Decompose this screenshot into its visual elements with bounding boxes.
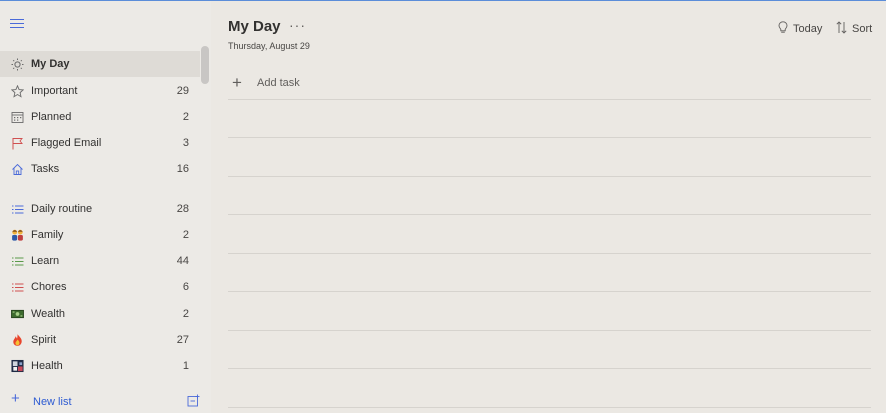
task-row-divider	[228, 330, 871, 331]
money-emoji-icon	[11, 308, 24, 321]
sidebar-item-label: Daily routine	[31, 203, 93, 215]
sidebar-item-label: Spirit	[31, 334, 57, 346]
sidebar-item-wealth[interactable]: Wealth 2	[0, 301, 200, 327]
sidebar-item-tasks[interactable]: Tasks 16	[0, 156, 200, 182]
star-icon	[11, 84, 24, 98]
sidebar-item-label: Chores	[31, 281, 67, 293]
menu-toggle-icon[interactable]	[10, 19, 24, 33]
sidebar-item-label: Tasks	[31, 163, 60, 175]
sidebar-item-count: 2	[182, 229, 189, 241]
add-task-input[interactable]: + Add task	[228, 69, 871, 99]
list-icon	[11, 281, 24, 294]
sun-icon	[11, 58, 24, 71]
sidebar-item-label: Learn	[31, 255, 60, 267]
main-pane: My Day ··· Thursday, August 29 Today Sor…	[211, 1, 886, 413]
sidebar-item-count: 6	[182, 281, 189, 293]
today-label: Today	[793, 23, 823, 35]
list-icon	[11, 255, 24, 268]
page-title: My Day	[228, 18, 281, 35]
sidebar-item-daily-routine[interactable]: Daily routine 28	[0, 196, 200, 222]
home-icon	[11, 163, 24, 176]
sidebar-item-chores[interactable]: Chores 6	[0, 274, 200, 300]
flag-icon	[11, 137, 24, 150]
health-emoji-icon	[11, 359, 24, 373]
sidebar-item-label: Family	[31, 229, 64, 241]
task-row-divider	[228, 407, 871, 408]
sidebar-item-my-day[interactable]: My Day	[0, 51, 200, 77]
sidebar-item-label: Health	[31, 360, 63, 372]
sidebar-item-important[interactable]: Important 29	[0, 78, 200, 104]
page-date: Thursday, August 29	[228, 41, 310, 51]
sort-icon	[836, 21, 847, 37]
sidebar-item-learn[interactable]: Learn 44	[0, 248, 200, 274]
new-list-label: New list	[33, 396, 72, 408]
today-suggestions-button[interactable]: Today	[778, 21, 822, 37]
sidebar-item-label: Flagged Email	[31, 137, 102, 149]
calendar-icon	[11, 111, 24, 124]
add-task-placeholder: Add task	[257, 77, 300, 89]
sidebar-item-label: Wealth	[31, 308, 66, 320]
sidebar-item-count: 27	[176, 334, 189, 346]
task-row-divider	[228, 214, 871, 215]
sidebar-item-count: 16	[176, 163, 189, 175]
task-row-divider	[228, 253, 871, 254]
list-icon	[11, 203, 24, 216]
plus-icon: +	[11, 390, 20, 407]
sidebar-item-count: 44	[176, 255, 189, 267]
fire-emoji-icon	[11, 334, 24, 347]
sidebar-item-label: Planned	[31, 111, 72, 123]
sort-button[interactable]: Sort	[836, 21, 872, 37]
sidebar-item-flagged-email[interactable]: Flagged Email 3	[0, 130, 200, 156]
more-options-button[interactable]: ···	[289, 17, 306, 33]
family-emoji-icon	[11, 229, 24, 242]
task-row-divider	[228, 291, 871, 292]
sidebar-item-count: 29	[176, 85, 189, 97]
sidebar-scrollbar[interactable]	[201, 46, 209, 84]
sidebar-item-spirit[interactable]: Spirit 27	[0, 327, 200, 353]
sidebar-item-count: 2	[182, 111, 189, 123]
sidebar-item-count: 2	[182, 308, 189, 320]
sidebar-item-health[interactable]: Health 1	[0, 353, 200, 379]
task-row-divider	[228, 137, 871, 138]
task-row-divider	[228, 176, 871, 177]
task-row-divider	[228, 99, 871, 100]
sidebar-item-label: Important	[31, 85, 78, 97]
new-list-button[interactable]: + New list	[0, 390, 211, 412]
task-row-divider	[228, 368, 871, 369]
new-group-icon[interactable]	[187, 394, 200, 407]
sort-label: Sort	[852, 23, 873, 35]
sidebar-item-count: 3	[182, 137, 189, 149]
lightbulb-icon	[778, 21, 788, 37]
sidebar-item-planned[interactable]: Planned 2	[0, 104, 200, 130]
plus-icon: +	[232, 73, 242, 92]
sidebar: My Day Important 29 Planned 2 Flagged Em…	[0, 1, 211, 413]
sidebar-item-family[interactable]: Family 2	[0, 222, 200, 248]
sidebar-item-count: 28	[176, 203, 189, 215]
sidebar-item-label: My Day	[31, 58, 70, 70]
sidebar-item-count: 1	[182, 360, 189, 372]
